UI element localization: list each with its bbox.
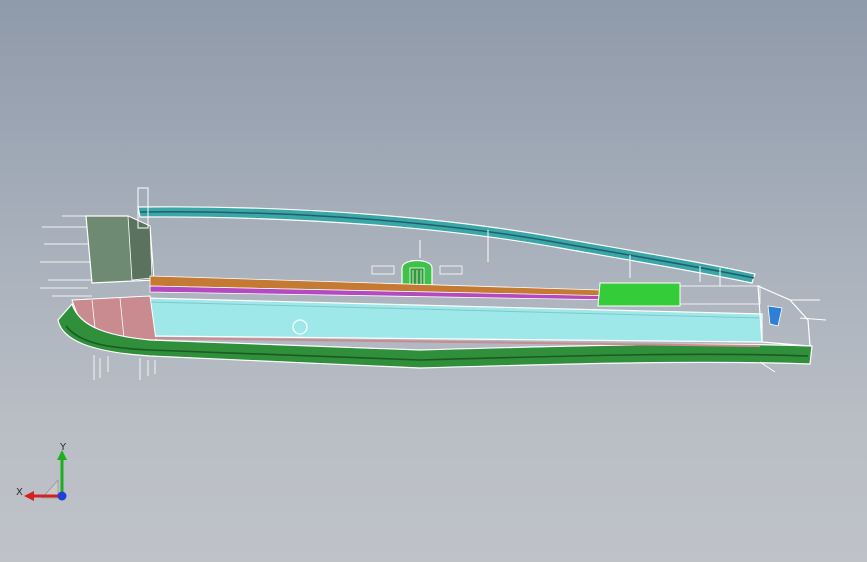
axis-triad-icon	[24, 450, 67, 501]
cad-viewport[interactable]: X Y	[0, 0, 867, 562]
cad-model[interactable]	[0, 0, 867, 562]
axis-y-label: Y	[60, 442, 67, 453]
axis-triad: X Y	[10, 440, 80, 510]
axis-x-label: X	[16, 487, 23, 498]
left-grey-block[interactable]	[85, 187, 155, 284]
